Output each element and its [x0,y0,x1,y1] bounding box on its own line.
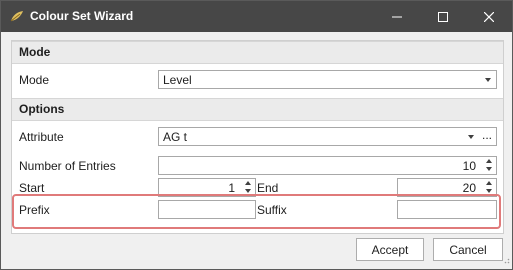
chevron-down-icon[interactable] [480,71,495,88]
spin-up-icon[interactable] [482,179,495,187]
number-of-entries-label: Number of Entries [19,159,116,173]
maximize-button[interactable] [420,1,466,32]
spin-down-icon[interactable] [482,165,495,173]
spin-up-icon[interactable] [241,179,254,187]
options-section-header: Options [12,98,503,121]
start-value: 1 [228,181,235,195]
accept-button[interactable]: Accept [356,238,424,261]
ellipsis-button[interactable]: ... [482,128,492,142]
minimize-icon [392,16,402,17]
colour-set-wizard-window: Colour Set Wizard Mode Mode Level Option… [0,0,513,270]
chevron-down-icon[interactable] [463,128,478,145]
leaf-app-icon [10,9,24,26]
mode-label: Mode [19,73,50,87]
mode-dropdown[interactable]: Level [158,70,497,89]
end-value: 20 [462,181,476,195]
entries-spin-buttons[interactable] [482,157,495,174]
attribute-value: AG t [163,130,188,144]
number-of-entries-spinner[interactable]: 10 [158,156,497,175]
close-icon [484,11,494,22]
options-section-title: Options [19,102,65,116]
mode-value: Level [163,73,192,87]
number-of-entries-value: 10 [462,159,476,173]
cancel-button[interactable]: Cancel [433,238,503,261]
attribute-label: Attribute [19,130,64,144]
title-bar[interactable]: Colour Set Wizard [1,1,512,32]
mode-section-header: Mode [12,41,503,64]
minimize-button[interactable] [374,1,420,32]
spin-up-icon[interactable] [482,157,495,165]
prefix-suffix-highlight [12,194,501,229]
attribute-dropdown[interactable]: AG t ... [158,127,497,146]
mode-section-title: Mode [19,45,51,59]
maximize-icon [438,11,448,22]
close-button[interactable] [466,1,512,32]
window-title: Colour Set Wizard [30,9,134,23]
resize-grip-icon[interactable] [502,253,510,267]
start-label: Start [19,181,45,195]
end-label: End [257,181,279,195]
